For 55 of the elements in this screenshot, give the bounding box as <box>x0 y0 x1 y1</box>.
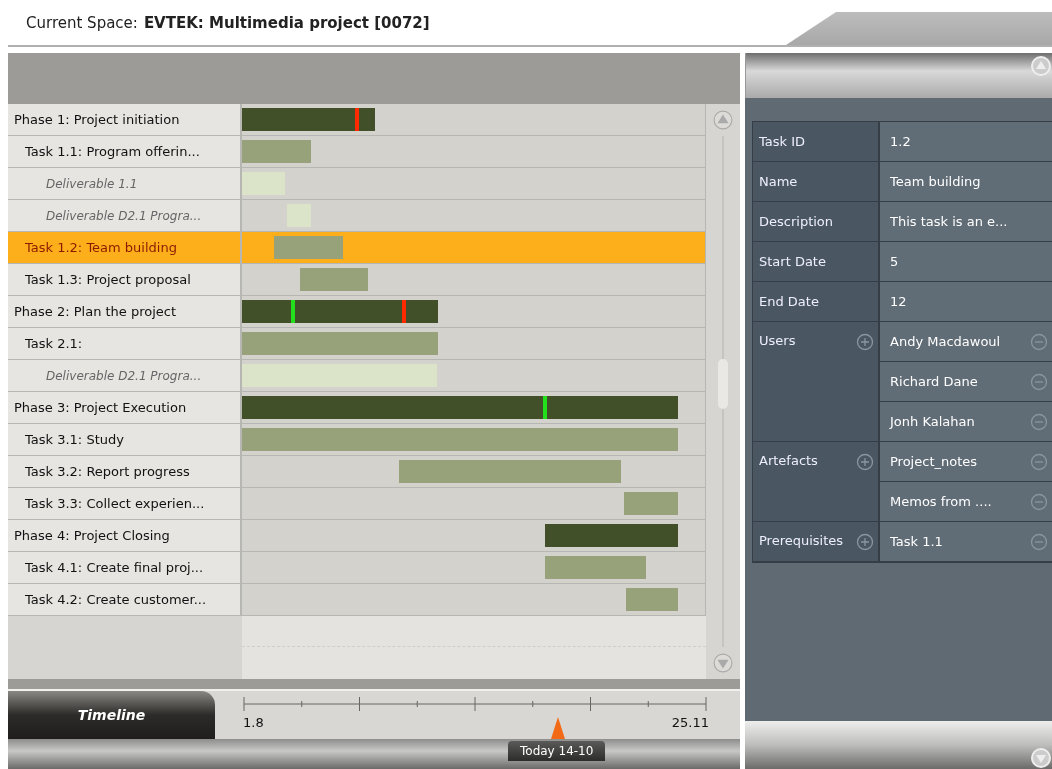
property-value: Andy Macdawoul <box>890 334 1001 349</box>
property-value: Task 1.1 <box>890 534 943 549</box>
gantt-bar[interactable] <box>242 300 438 323</box>
task-label: Task 4.2: Create customer... <box>8 584 242 615</box>
property-name: Artefacts <box>759 453 818 468</box>
property-value: 12 <box>890 294 907 309</box>
task-label: Task 1.3: Project proposal <box>8 264 242 295</box>
property-value: 1.2 <box>890 134 911 149</box>
task-label: Task 3.3: Collect experien... <box>8 488 242 519</box>
property-value: This task is an e... <box>890 214 1008 229</box>
today-marker-icon[interactable] <box>551 717 565 739</box>
property-name: Task ID <box>753 122 880 162</box>
property-value: Jonh Kalahan <box>890 414 975 429</box>
task-label: Phase 2: Plan the project <box>8 296 242 327</box>
timeline-label: Timeline <box>8 691 215 739</box>
task-label: Task 1.1: Program offerin... <box>8 136 242 167</box>
remove-icon[interactable] <box>1030 452 1048 471</box>
timeline-start: 1.8 <box>243 715 264 730</box>
task-label: Task 4.1: Create final proj... <box>8 552 242 583</box>
remove-icon[interactable] <box>1030 412 1048 431</box>
remove-icon[interactable] <box>1030 372 1048 391</box>
task-label: Task 2.1: <box>8 328 242 359</box>
property-name: Start Date <box>753 242 880 282</box>
add-icon[interactable] <box>856 333 874 351</box>
task-label: Deliverable 1.1 <box>8 168 242 199</box>
property-value: Memos from .... <box>890 494 992 509</box>
space-label: Current Space: <box>26 13 138 32</box>
task-label: Task 3.2: Report progress <box>8 456 242 487</box>
task-label: Phase 1: Project initiation <box>8 104 242 135</box>
property-name: Prerequisites <box>759 533 844 548</box>
property-value: Project_notes <box>890 454 978 469</box>
task-label: Phase 4: Project Closing <box>8 520 242 551</box>
add-icon[interactable] <box>856 533 874 551</box>
remove-icon[interactable] <box>1030 332 1048 351</box>
task-label: Deliverable D2.1 Progra... <box>8 360 242 391</box>
scroll-thumb[interactable] <box>718 359 728 409</box>
property-value: Richard Dane <box>890 374 978 389</box>
task-label: Deliverable D2.1 Progra... <box>8 200 242 231</box>
space-name: EVTEK: Multimedia project [0072] <box>143 13 430 32</box>
property-value: Team building <box>890 174 981 189</box>
task-label: Task 1.2: Team building <box>8 232 242 263</box>
gantt-bar[interactable] <box>242 108 375 131</box>
task-label: Task 3.1: Study <box>8 424 242 455</box>
remove-icon[interactable] <box>1030 532 1048 551</box>
property-name: Name <box>753 162 880 202</box>
task-label: Phase 3: Project Execution <box>8 392 242 423</box>
scroll-up-icon[interactable] <box>713 110 733 130</box>
property-value: 5 <box>890 254 899 269</box>
add-icon[interactable] <box>856 453 874 471</box>
property-name: Description <box>753 202 880 242</box>
remove-icon[interactable] <box>1030 492 1048 511</box>
today-label: Today 14-10 <box>508 741 606 761</box>
property-name: Users <box>759 333 796 348</box>
property-name: End Date <box>753 282 880 322</box>
timeline-end: 25.11 <box>671 715 709 730</box>
